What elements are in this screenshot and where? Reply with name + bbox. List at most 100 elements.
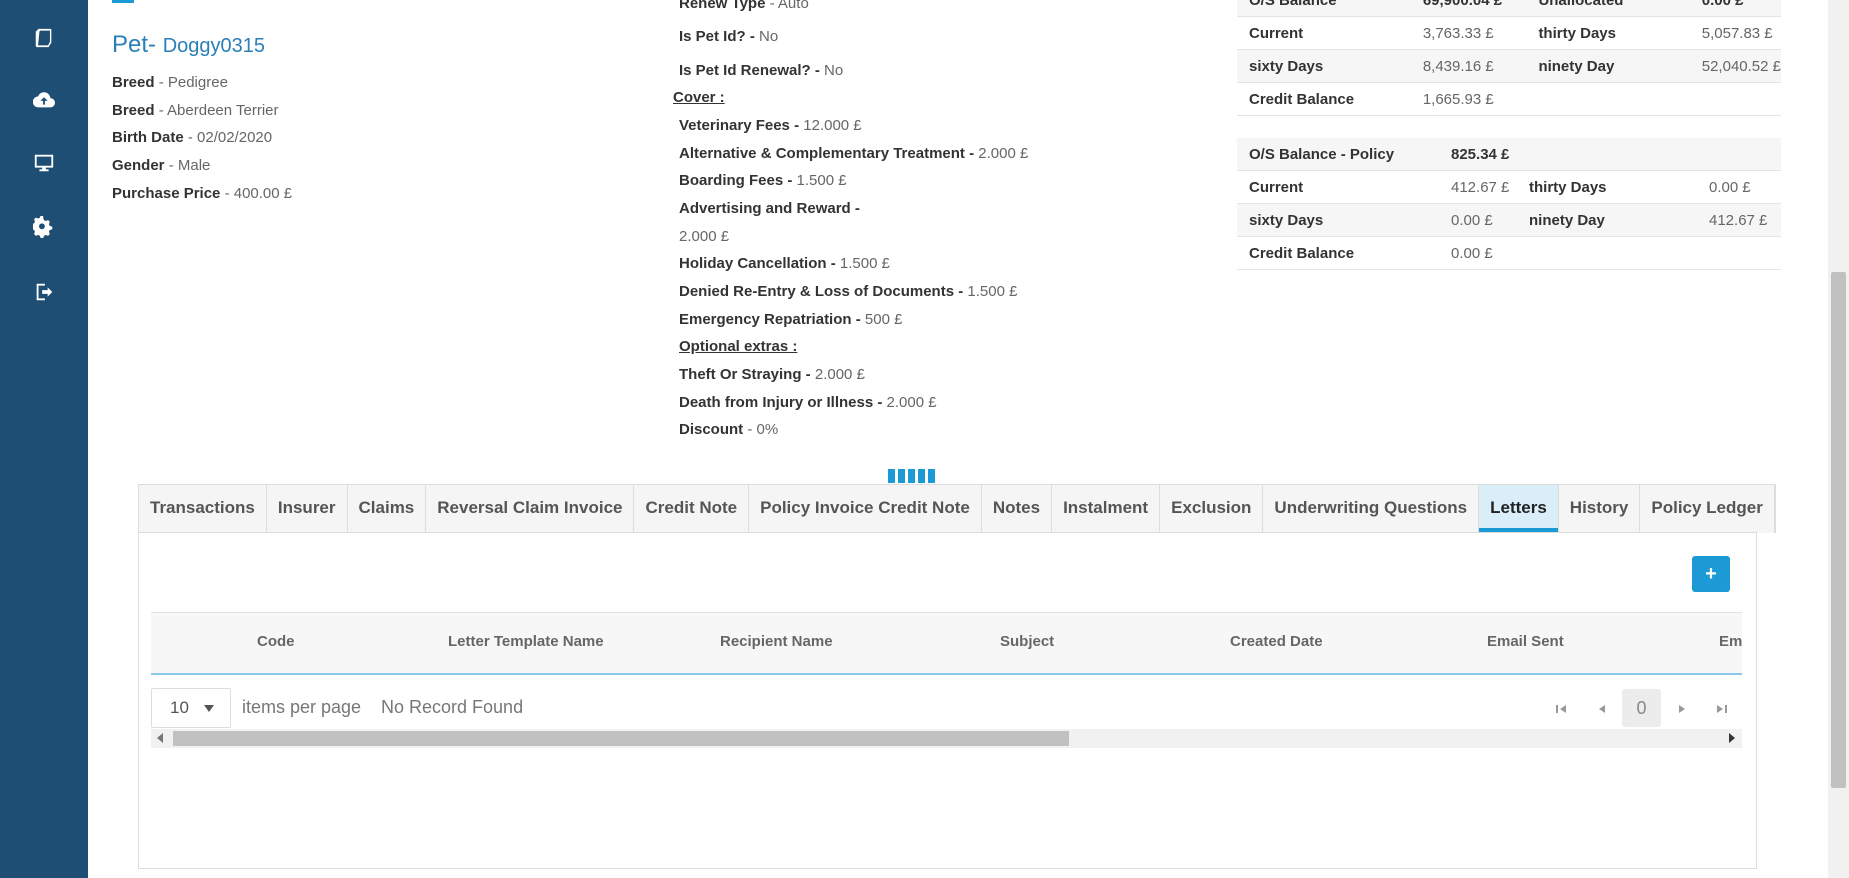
tab-history[interactable]: History bbox=[1559, 485, 1641, 533]
tab-exclusion[interactable]: Exclusion bbox=[1160, 485, 1264, 533]
field-label: Emergency Repatriation - bbox=[679, 311, 861, 328]
balance-row: sixty Days 8,439.16 £ ninety Day 52,040.… bbox=[1237, 49, 1781, 83]
tab-insurer[interactable]: Insurer bbox=[267, 485, 348, 533]
field-value: 2.000 £ bbox=[978, 145, 1029, 162]
tab-instalment[interactable]: Instalment bbox=[1052, 485, 1161, 533]
cover-heading: Cover : bbox=[673, 89, 725, 106]
letters-grid-header: Code Letter Template Name Recipient Name… bbox=[151, 612, 1742, 675]
field-value: 1.500 £ bbox=[967, 283, 1018, 300]
monitor-icon[interactable] bbox=[28, 147, 60, 179]
sidebar bbox=[0, 0, 88, 878]
tab-policy-ledger[interactable]: Policy Ledger bbox=[1640, 485, 1775, 533]
grid-horizontal-scrollbar[interactable] bbox=[151, 729, 1742, 748]
balance-value: 412.67 £ bbox=[1451, 178, 1510, 196]
sign-out-icon[interactable] bbox=[28, 276, 60, 308]
column-code[interactable]: Code bbox=[257, 633, 295, 650]
tab-letters[interactable]: Letters bbox=[1479, 485, 1559, 539]
column-email-sent[interactable]: Email Sent bbox=[1487, 633, 1564, 650]
cover-item: Denied Re-Entry & Loss of Documents - 1.… bbox=[679, 283, 1017, 300]
field-value: 1.500 £ bbox=[796, 172, 847, 189]
field-label: Renew Type bbox=[679, 0, 766, 12]
last-page-icon[interactable] bbox=[1712, 699, 1732, 719]
field-value: No bbox=[759, 28, 779, 45]
column-email-truncated[interactable]: Em bbox=[1719, 633, 1742, 650]
balance-value: 3,763.33 £ bbox=[1422, 24, 1494, 42]
current-page[interactable]: 0 bbox=[1622, 689, 1661, 727]
cover-item: Advertising and Reward - bbox=[679, 200, 860, 217]
balance-row: O/S Balance - Policy 825.34 £ bbox=[1237, 138, 1781, 171]
is-pet-id: Is Pet Id? - No bbox=[679, 28, 778, 45]
next-page-icon[interactable] bbox=[1672, 699, 1692, 719]
balance-label: thirty Days bbox=[1538, 24, 1616, 42]
tab-credit-note[interactable]: Credit Note bbox=[634, 485, 750, 533]
cloud-upload-icon[interactable] bbox=[28, 84, 60, 116]
field-value: - Male bbox=[168, 157, 211, 174]
first-page-icon[interactable] bbox=[1551, 699, 1571, 719]
field-value: - 02/02/2020 bbox=[187, 129, 273, 146]
field-label: Denied Re-Entry & Loss of Documents - bbox=[679, 283, 964, 300]
policy-balance-table: O/S Balance - Policy 825.34 £ Current 41… bbox=[1237, 138, 1781, 270]
field-label: Discount bbox=[679, 421, 744, 438]
discount: Discount - 0% bbox=[679, 421, 778, 438]
add-letter-button[interactable]: + bbox=[1692, 556, 1730, 592]
tab-underwriting-questions[interactable]: Underwriting Questions bbox=[1263, 485, 1480, 533]
balance-row: Current 412.67 £ thirty Days 0.00 £ bbox=[1237, 171, 1781, 204]
balance-value: 0.00 £ bbox=[1689, 0, 1781, 17]
cover-item: Veterinary Fees - 12.000 £ bbox=[679, 117, 862, 134]
balance-label: O/S Balance bbox=[1237, 0, 1411, 17]
tab-transactions[interactable]: Transactions bbox=[139, 485, 267, 533]
pet-field-birth-date: Birth Date - 02/02/2020 bbox=[112, 129, 272, 146]
previous-page-icon[interactable] bbox=[1592, 699, 1612, 719]
balance-label: Credit Balance bbox=[1249, 90, 1355, 108]
empty-message: No Record Found bbox=[381, 697, 524, 717]
field-label: Theft Or Straying - bbox=[679, 366, 811, 383]
column-letter-template-name[interactable]: Letter Template Name bbox=[448, 633, 604, 650]
cover-item: Alternative & Complementary Treatment - … bbox=[679, 145, 1028, 162]
cover-item: 2.000 £ bbox=[679, 228, 729, 245]
field-label: Veterinary Fees - bbox=[679, 117, 800, 134]
scroll-thumb[interactable] bbox=[173, 731, 1069, 746]
balance-row: sixty Days 0.00 £ ninety Day 412.67 £ bbox=[1237, 203, 1781, 237]
column-subject[interactable]: Subject bbox=[1000, 633, 1054, 650]
field-value: 2.000 £ bbox=[679, 228, 730, 245]
cover-item: Holiday Cancellation - 1.500 £ bbox=[679, 255, 890, 272]
field-label: Advertising and Reward - bbox=[679, 200, 860, 217]
balance-value: 825.34 £ bbox=[1439, 138, 1517, 171]
optional-item: Death from Injury or Illness - 2.000 £ bbox=[679, 394, 937, 411]
balance-label: Unallocated bbox=[1526, 0, 1690, 17]
field-value: - Aberdeen Terrier bbox=[158, 102, 279, 119]
tab-claims[interactable]: Claims bbox=[348, 485, 427, 533]
pet-field-breed-type: Breed - Aberdeen Terrier bbox=[112, 102, 279, 119]
balance-value: 52,040.52 £ bbox=[1689, 49, 1781, 83]
page-scrollbar[interactable] bbox=[1828, 0, 1849, 878]
field-label: Breed bbox=[112, 74, 155, 91]
items-per-page-label: items per page bbox=[242, 697, 362, 717]
field-label: Boarding Fees - bbox=[679, 172, 793, 189]
balance-label: thirty Days bbox=[1529, 178, 1607, 196]
balance-value: 8,439.16 £ bbox=[1410, 49, 1527, 83]
field-value: No bbox=[824, 62, 844, 79]
pet-field-purchase-price: Purchase Price - 400.00 £ bbox=[112, 185, 292, 202]
settings-icon[interactable] bbox=[28, 211, 60, 243]
tab-notes[interactable]: Notes bbox=[982, 485, 1053, 533]
balance-label: Current bbox=[1249, 24, 1304, 42]
column-created-date[interactable]: Created Date bbox=[1230, 633, 1323, 650]
scroll-right-icon[interactable] bbox=[1729, 733, 1735, 743]
scroll-left-icon[interactable] bbox=[157, 733, 163, 743]
renew-type: Renew Type - Auto bbox=[679, 0, 809, 12]
tab-policy-invoice-credit-note[interactable]: Policy Invoice Credit Note bbox=[749, 485, 982, 533]
field-label: Gender bbox=[112, 157, 165, 174]
cover-item: Boarding Fees - 1.500 £ bbox=[679, 172, 847, 189]
page-scroll-thumb[interactable] bbox=[1831, 272, 1846, 788]
field-value: 500 £ bbox=[864, 311, 903, 328]
column-recipient-name[interactable]: Recipient Name bbox=[720, 633, 833, 650]
balance-value: 0.00 £ bbox=[1439, 203, 1517, 237]
book-icon[interactable] bbox=[28, 22, 60, 54]
cover-item: Emergency Repatriation - 500 £ bbox=[679, 311, 902, 328]
balance-row: O/S Balance 69,900.04 £ Unallocated 0.00… bbox=[1237, 0, 1781, 17]
section-accent-bar bbox=[112, 0, 134, 3]
tab-reversal-claim-invoice[interactable]: Reversal Claim Invoice bbox=[426, 485, 635, 533]
balance-value: 5,057.83 £ bbox=[1701, 24, 1773, 42]
balance-label: Current bbox=[1249, 178, 1304, 196]
page-size-select[interactable]: 10 bbox=[151, 688, 231, 728]
